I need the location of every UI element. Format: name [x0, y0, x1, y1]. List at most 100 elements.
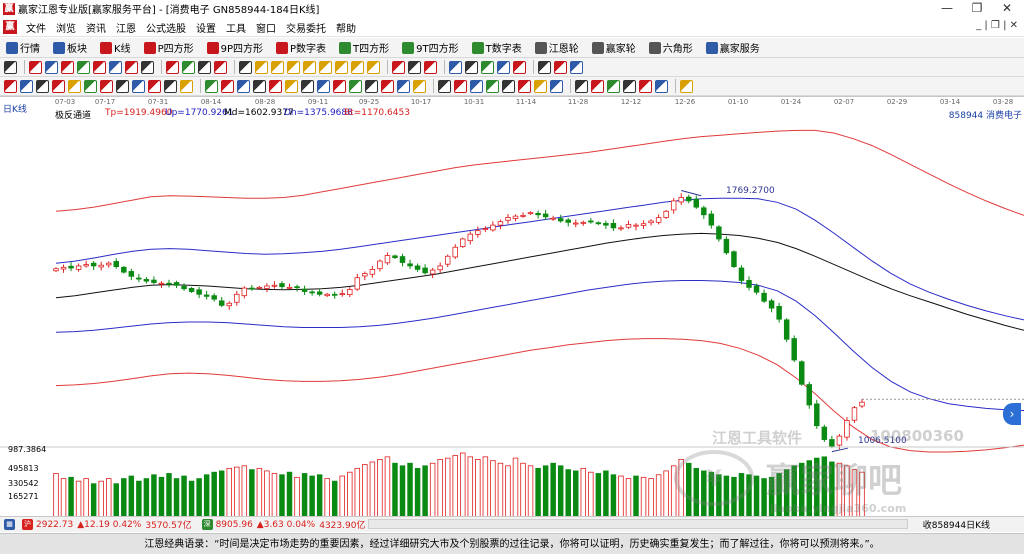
tool-icon[interactable] [148, 79, 161, 93]
tool-icon[interactable] [465, 60, 478, 74]
tool-icon[interactable] [570, 60, 583, 74]
tool-icon[interactable] [141, 60, 154, 74]
tool-icon[interactable] [287, 60, 300, 74]
tool-icon[interactable] [205, 79, 218, 93]
tool-icon[interactable] [198, 60, 211, 74]
tool-icon[interactable] [132, 79, 145, 93]
tool-icon[interactable] [319, 60, 332, 74]
tool-icon[interactable] [502, 79, 515, 93]
tool-icon[interactable] [607, 79, 620, 93]
tool-icon[interactable] [513, 60, 526, 74]
tool-icon[interactable] [125, 60, 138, 74]
tool-icon[interactable] [351, 60, 364, 74]
maximize-button[interactable]: ❐ [962, 0, 992, 17]
minimize-button[interactable]: — [932, 0, 962, 17]
tool-icon[interactable] [166, 60, 179, 74]
tool-icon[interactable] [77, 60, 90, 74]
tool-icon[interactable] [221, 79, 234, 93]
tool-icon[interactable] [271, 60, 284, 74]
tool-icon[interactable] [61, 60, 74, 74]
tool-icon[interactable] [349, 79, 362, 93]
tool-icon[interactable] [100, 79, 113, 93]
market-table-icon[interactable]: ▦ [4, 519, 15, 530]
tool-icon[interactable] [392, 60, 405, 74]
tool-icon[interactable] [470, 79, 483, 93]
tool-icon[interactable] [623, 79, 636, 93]
tool-icon[interactable] [239, 60, 252, 74]
tool-icon[interactable] [164, 79, 177, 93]
tool-icon[interactable] [303, 60, 316, 74]
tool-icon[interactable] [408, 60, 421, 74]
tool-icon[interactable] [639, 79, 652, 93]
tool-icon[interactable] [381, 79, 394, 93]
menu-formula[interactable]: 公式选股 [141, 20, 191, 35]
tool-icon[interactable] [93, 60, 106, 74]
menu-news[interactable]: 资讯 [81, 20, 111, 35]
close-button[interactable]: ✕ [992, 0, 1022, 17]
tool-icon[interactable] [180, 79, 193, 93]
tool-icon[interactable] [550, 79, 563, 93]
tool-icon[interactable] [486, 79, 499, 93]
tool-icon[interactable] [20, 79, 33, 93]
tool-icon[interactable] [497, 60, 510, 74]
tool-icon[interactable] [413, 79, 426, 93]
tool-icon[interactable] [424, 60, 437, 74]
tool-icon[interactable] [518, 79, 531, 93]
tool-icon[interactable] [214, 60, 227, 74]
tool-icon[interactable] [45, 60, 58, 74]
tool-icon[interactable] [538, 60, 551, 74]
nav-item-0[interactable]: 行情 [0, 40, 40, 55]
nav-item-5[interactable]: P数字表 [270, 40, 326, 55]
tool-icon[interactable] [237, 79, 250, 93]
tool-icon[interactable] [554, 60, 567, 74]
menu-browse[interactable]: 浏览 [51, 20, 81, 35]
tool-icon[interactable] [397, 79, 410, 93]
tool-icon[interactable] [575, 79, 588, 93]
nav-item-10[interactable]: 赢家轮 [586, 40, 636, 55]
horizontal-scrollbar[interactable] [368, 519, 908, 529]
tool-icon[interactable] [253, 79, 266, 93]
nav-item-4[interactable]: 9P四方形 [201, 40, 263, 55]
tool-icon[interactable] [29, 60, 42, 74]
tool-icon[interactable] [36, 79, 49, 93]
tool-icon[interactable] [182, 60, 195, 74]
tool-icon[interactable] [109, 60, 122, 74]
tool-icon[interactable] [454, 79, 467, 93]
tool-icon[interactable] [4, 60, 17, 74]
tool-icon[interactable] [255, 60, 268, 74]
menu-settings[interactable]: 设置 [191, 20, 221, 35]
nav-item-7[interactable]: 9T四方形 [396, 40, 459, 55]
nav-item-2[interactable]: K线 [94, 40, 131, 55]
shenzhen-index-icon[interactable]: 深 [201, 519, 213, 530]
menu-help[interactable]: 帮助 [331, 20, 361, 35]
nav-item-6[interactable]: T四方形 [333, 40, 389, 55]
tool-icon[interactable] [269, 79, 282, 93]
tool-icon[interactable] [301, 79, 314, 93]
nav-item-3[interactable]: P四方形 [138, 40, 194, 55]
menu-trade[interactable]: 交易委托 [281, 20, 331, 35]
nav-item-11[interactable]: 六角形 [643, 40, 693, 55]
tool-icon[interactable] [534, 79, 547, 93]
tool-icon[interactable] [84, 79, 97, 93]
tool-icon[interactable] [481, 60, 494, 74]
tool-icon[interactable] [116, 79, 129, 93]
child-window-controls[interactable]: _ | ❐ | ✕ [976, 20, 1018, 31]
nav-item-8[interactable]: T数字表 [466, 40, 522, 55]
nav-item-1[interactable]: 板块 [47, 40, 87, 55]
menu-gann[interactable]: 江恩 [111, 20, 141, 35]
tool-icon[interactable] [591, 79, 604, 93]
menu-window[interactable]: 窗口 [251, 20, 281, 35]
tool-icon[interactable] [285, 79, 298, 93]
tool-icon[interactable] [438, 79, 451, 93]
tool-icon[interactable] [367, 60, 380, 74]
menu-tools[interactable]: 工具 [221, 20, 251, 35]
expand-panel-button[interactable]: › [1003, 403, 1021, 425]
tool-icon[interactable] [4, 79, 17, 93]
tool-icon[interactable] [365, 79, 378, 93]
tool-icon[interactable] [449, 60, 462, 74]
tool-icon[interactable] [52, 79, 65, 93]
period-label[interactable]: 日K线 [3, 102, 27, 115]
nav-item-12[interactable]: 赢家服务 [700, 40, 760, 55]
nav-item-9[interactable]: 江恩轮 [529, 40, 579, 55]
tool-icon[interactable] [335, 60, 348, 74]
